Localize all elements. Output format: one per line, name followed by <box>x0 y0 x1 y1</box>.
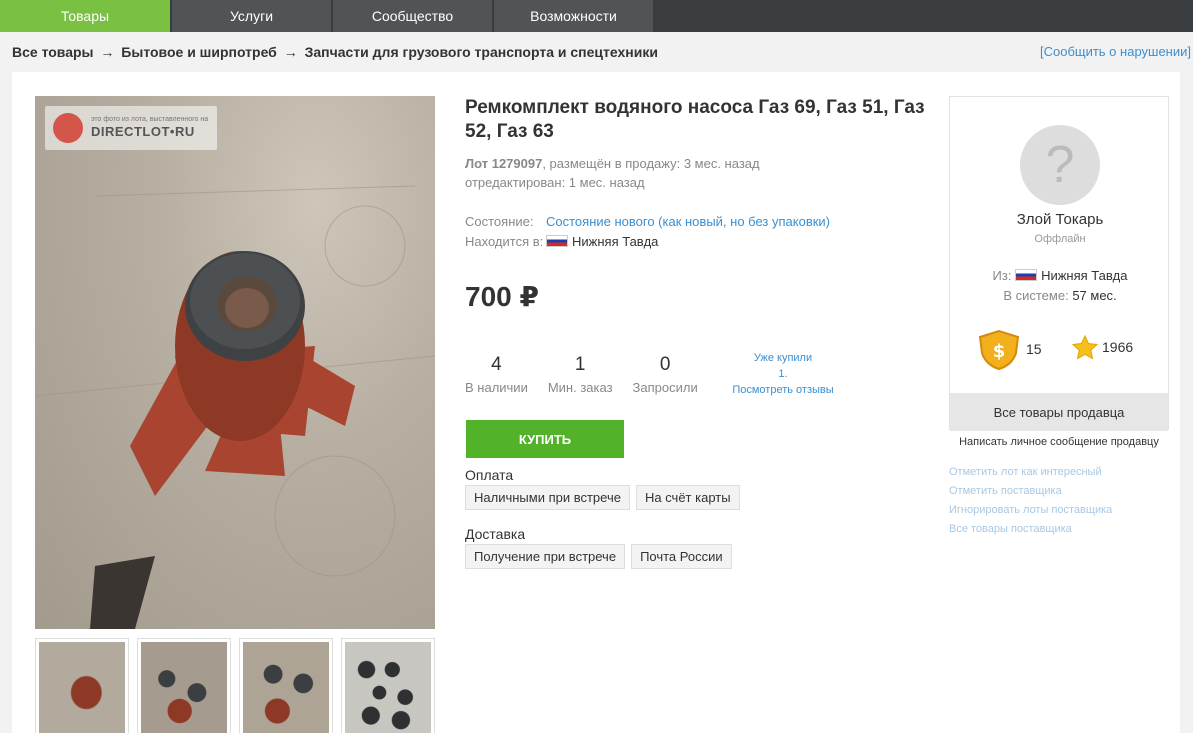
russia-flag-icon <box>546 235 568 247</box>
view-reviews-link[interactable]: Посмотреть отзывы <box>728 382 838 398</box>
condition-value[interactable]: Состояние нового (как новый, но без упак… <box>546 212 830 232</box>
condition-label: Состояние: <box>465 214 534 229</box>
seller-in-system: В системе: 57 мес. <box>950 288 1170 303</box>
seller-from-label: Из: <box>992 268 1012 283</box>
breadcrumb: Все товары → Бытовое и ширпотреб → Запча… <box>12 44 658 60</box>
watermark-note: это фото из лота, выставленного на <box>91 115 209 123</box>
tab-goods[interactable]: Товары <box>0 0 170 32</box>
buy-button[interactable]: КУПИТЬ <box>466 420 624 458</box>
mark-interesting-link[interactable]: Отметить лот как интересный <box>949 463 1112 482</box>
mark-supplier-link[interactable]: Отметить поставщика <box>949 482 1112 501</box>
breadcrumb-separator: → <box>100 44 115 60</box>
photo-thumbnails <box>35 638 443 733</box>
thumbnail-1[interactable] <box>35 638 129 733</box>
delivery-option-post: Почта России <box>631 544 732 569</box>
lot-stats: 4 В наличии 1 Мин. заказ 0 Запросили <box>465 354 718 395</box>
stat-in-stock-value: 4 <box>491 354 502 375</box>
stat-requested-value: 0 <box>659 354 671 375</box>
already-bought-link[interactable]: Уже купили 1. Посмотреть отзывы <box>728 350 838 398</box>
ignore-supplier-link[interactable]: Игнорировать лоты поставщика <box>949 501 1112 520</box>
side-links: Отметить лот как интересный Отметить пос… <box>949 463 1112 539</box>
top-nav: Товары Услуги Сообщество Возможности <box>0 0 1193 32</box>
seller-from-value: Нижняя Тавда <box>1041 268 1128 283</box>
stat-requested: 0 Запросили <box>633 354 698 395</box>
seller-rating: 1966 <box>1072 335 1133 359</box>
stat-requested-caption: Запросили <box>632 380 698 395</box>
lot-posted: , размещён в продажу: 3 мес. назад <box>542 156 760 171</box>
tab-services[interactable]: Услуги <box>172 0 331 32</box>
seller-rank-value: 15 <box>1026 341 1042 357</box>
seller-name[interactable]: Злой Токарь <box>950 211 1170 228</box>
lot-meta: Лот 1279097, размещён в продажу: 3 мес. … <box>465 154 760 192</box>
avatar[interactable]: ? <box>1020 125 1100 205</box>
stat-in-stock-caption: В наличии <box>465 380 528 395</box>
thumbnail-3[interactable] <box>239 638 333 733</box>
thumbnail-2[interactable] <box>137 638 231 733</box>
stat-in-stock: 4 В наличии <box>465 354 528 395</box>
watermark-text: DIRECTLOT <box>91 123 170 139</box>
location-value: Нижняя Тавда <box>572 234 659 249</box>
payment-options: Наличными при встрече На счёт карты <box>465 485 746 510</box>
already-bought-label: Уже купили <box>753 352 813 364</box>
lot-title: Ремкомплект водяного насоса Газ 69, Газ … <box>465 97 925 142</box>
svg-text:$: $ <box>993 341 1006 362</box>
payment-title: Оплата <box>465 467 514 483</box>
price: 700 ₽ <box>465 281 539 312</box>
breadcrumb-all-goods[interactable]: Все товары <box>12 44 94 60</box>
already-bought-count: 1. <box>778 368 788 380</box>
lot-number: Лот 1279097 <box>465 156 543 171</box>
report-violation-link[interactable]: [Сообщить о нарушении] <box>1040 44 1191 59</box>
message-seller-link[interactable]: Написать личное сообщение продавцу <box>949 436 1169 448</box>
tab-features[interactable]: Возможности <box>494 0 653 32</box>
delivery-title: Доставка <box>465 526 526 542</box>
delivery-option-pickup: Получение при встрече <box>465 544 626 569</box>
money-shield-icon: $ <box>978 329 1020 371</box>
seller-system-label: В системе: <box>1003 288 1069 303</box>
supplier-goods-link[interactable]: Все товары поставщика <box>949 520 1112 539</box>
lot-edited: отредактирован: 1 мес. назад <box>465 175 645 190</box>
seller-system-value: 57 мес. <box>1072 288 1117 303</box>
seller-box: ? Злой Токарь Оффлайн Из: Нижняя Тавда В… <box>949 96 1170 431</box>
watermark-suffix: RU <box>174 123 195 139</box>
seller-rank: $ 15 <box>976 327 1042 371</box>
squirrel-logo-icon <box>53 113 83 143</box>
seller-status: Оффлайн <box>1034 233 1086 245</box>
location-value-wrap: Нижняя Тавда <box>546 232 658 252</box>
payment-option-cash: Наличными при встрече <box>465 485 630 510</box>
payment-option-card: На счёт карты <box>635 485 740 510</box>
directlot-watermark: это фото из лота, выставленного на DIREC… <box>45 106 217 150</box>
breadcrumb-truck-parts[interactable]: Запчасти для грузового транспорта и спец… <box>305 44 658 60</box>
lot-card: это фото из лота, выставленного на DIREC… <box>12 72 1180 733</box>
lot-properties: Состояние: Состояние нового (как новый, … <box>465 212 830 252</box>
thumbnail-4[interactable] <box>341 638 435 733</box>
breadcrumb-household[interactable]: Бытовое и ширпотреб <box>121 44 277 60</box>
delivery-options: Получение при встрече Почта России <box>465 544 738 569</box>
stat-min-order-value: 1 <box>574 354 586 375</box>
stat-min-order: 1 Мин. заказ <box>548 354 613 395</box>
seller-rating-value: 1966 <box>1102 339 1134 355</box>
tab-community[interactable]: Сообщество <box>333 0 492 32</box>
seller-all-goods-button[interactable]: Все товары продавца <box>950 393 1168 431</box>
star-icon <box>1072 335 1098 359</box>
main-product-photo[interactable]: это фото из лота, выставленного на DIREC… <box>35 96 435 629</box>
seller-from: Из: Нижняя Тавда <box>950 268 1170 283</box>
location-label: Находится в: <box>465 234 544 249</box>
russia-flag-icon <box>1015 269 1038 281</box>
stat-min-order-caption: Мин. заказ <box>547 380 613 395</box>
breadcrumb-separator: → <box>283 44 298 60</box>
pump-impeller-image <box>35 185 435 629</box>
